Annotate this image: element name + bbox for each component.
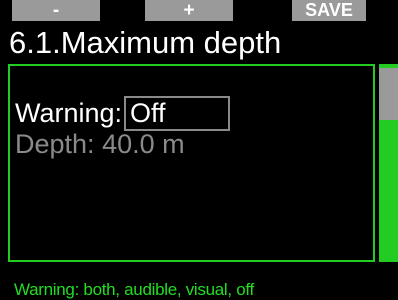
increase-button[interactable]: + [145,0,233,21]
warning-value-selector[interactable]: Off [124,96,230,131]
warning-setting-row[interactable]: Warning: Off [15,96,230,131]
decrease-button[interactable]: - [12,0,100,21]
scrollbar-thumb[interactable] [379,68,398,120]
softkey-bar: - + SAVE [0,0,398,26]
help-text: Warning: both, audible, visual, off [14,280,254,299]
depth-label: Depth: [15,129,95,159]
settings-panel [8,64,375,262]
depth-value: 40.0 m [102,129,185,159]
depth-setting-row[interactable]: Depth: 40.0 m [15,128,185,160]
page-title: 6.1.Maximum depth [9,25,282,60]
scrollbar[interactable] [377,64,398,262]
save-button[interactable]: SAVE [292,0,366,21]
warning-label: Warning: [15,98,123,128]
